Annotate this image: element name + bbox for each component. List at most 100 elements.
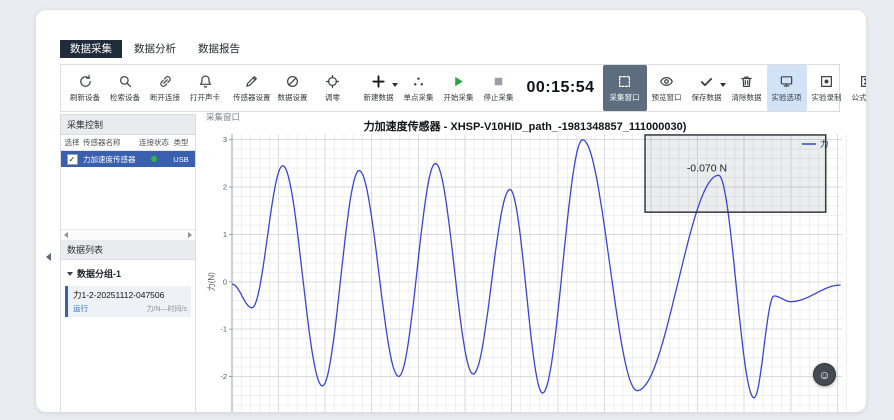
dropdown-caret-icon[interactable] [392,83,398,87]
search-device-button[interactable]: 检索设备 [105,70,145,106]
chart-panel: 采集窗口 力加速度传感器 - XHSP-V10HID_path_-1981348… [202,110,848,412]
experiment-options-button[interactable]: 实验选项 [767,65,807,111]
sensor-table-hscrollbar[interactable] [61,229,195,240]
clear-data-button[interactable]: 清除数据 [727,70,767,106]
data-item-axes: 力/N—时间/s [147,304,187,314]
start-acquisition-button[interactable]: 开始采集 [439,70,479,106]
y-axis-label: 力(N) [206,272,216,291]
selection-box-fill [645,135,826,212]
sensor-settings-label: 传感器设置 [233,92,271,103]
search-icon [118,73,133,90]
y-axis: 3 2 1 0 -1 -2 力(N) [206,134,232,412]
y-tick-label: -2 [220,372,227,381]
column-connection-status: 连接状态 [139,137,169,148]
column-sensor-name: 传感器名称 [83,137,139,148]
new-data-label: 新建数据 [364,92,394,103]
dashed-square-icon [617,73,632,90]
preview-window-button[interactable]: 预览窗口 [647,70,687,106]
stop-icon [491,73,506,90]
legend-series-label: 力 [820,139,829,149]
toolbar-group-experiment: 实验选项 实验录制 公式计算 [767,65,866,111]
sensor-settings-button[interactable]: 传感器设置 [231,70,273,106]
stop-acquisition-label: 停止采集 [484,92,514,103]
bell-icon [198,73,213,90]
disconnect-link-icon [158,73,173,90]
collapse-left-panel-arrow[interactable] [46,253,51,261]
app-window: 数据采集 数据分析 数据报告 刷新设备 检索设备 断开连接 [36,10,866,412]
record-square-icon [819,73,834,90]
data-settings-label: 数据设置 [278,92,308,103]
plus-icon [371,73,386,90]
formula-calc-button[interactable]: 公式计算 [847,70,866,106]
save-data-button[interactable]: 保存数据 [687,70,727,106]
assistant-button[interactable]: ☺ [813,363,836,386]
caret-down-icon [67,272,73,276]
slashed-circle-icon [285,73,300,90]
open-sound-card-label: 打开声卡 [190,92,220,103]
toolbar-group-data: 采集窗口 预览窗口 保存数据 清除数据 [603,65,767,111]
refresh-icon [78,73,93,90]
tab-data-report[interactable]: 数据报告 [188,40,250,58]
start-acquisition-label: 开始采集 [444,92,474,103]
disconnect-button[interactable]: 断开连接 [145,70,185,106]
data-list-tree: 数据分组-1 力1-2-20251112-047506 运行 力/N—时间/s [61,260,195,412]
dots-icon [411,73,426,90]
main-tabbar: 数据采集 数据分析 数据报告 [60,40,250,58]
zero-adjust-button[interactable]: 调零 [313,70,353,106]
data-group-node[interactable]: 数据分组-1 [65,265,191,282]
tab-data-acquisition[interactable]: 数据采集 [60,40,122,58]
y-tick-label: 3 [223,135,227,144]
chart-title: 力加速度传感器 - XHSP-V10HID_path_-1981348857_1… [202,118,848,134]
status-connected-dot-icon [151,156,157,162]
data-settings-button[interactable]: 数据设置 [273,70,313,106]
zero-adjust-label: 调零 [325,92,340,103]
save-data-label: 保存数据 [692,92,722,103]
y-tick-label: 1 [223,230,227,239]
collect-window-button[interactable]: 采集窗口 [603,65,647,111]
toolbar-group-settings: 传感器设置 数据设置 调零 [231,70,353,106]
check-icon: ✓ [69,155,76,164]
scroll-right-arrow-icon[interactable] [188,232,192,238]
search-device-label: 检索设备 [110,92,140,103]
new-data-button[interactable]: 新建数据 [359,70,399,106]
acquisition-timer: 00:15:54 [527,79,595,97]
column-select: 选择 [61,137,83,148]
check-icon [699,73,714,90]
disconnect-label: 断开连接 [150,92,180,103]
column-type: 类型 [169,137,193,148]
experiment-options-label: 实验选项 [772,92,802,103]
formula-square-icon [859,73,866,90]
crosshair-icon [325,73,340,90]
open-sound-card-button[interactable]: 打开声卡 [185,70,225,106]
y-tick-label: 2 [223,183,227,192]
sensor-table-empty-area [61,167,195,229]
refresh-device-button[interactable]: 刷新设备 [65,70,105,106]
experiment-record-label: 实验录制 [812,92,842,103]
sensor-table-header: 选择 传感器名称 连接状态 类型 [61,135,195,151]
data-list-item[interactable]: 力1-2-20251112-047506 运行 力/N—时间/s [65,286,191,317]
scroll-left-arrow-icon[interactable] [64,232,68,238]
data-item-state: 运行 [73,303,88,314]
waveform-chart: 3210-1-2力(N)-0.070 N力 [202,134,848,412]
eye-icon [659,73,674,90]
collect-window-label: 采集窗口 [610,92,640,103]
collect-control-header: 采集控制 [61,115,195,135]
y-tick-label: -1 [220,325,227,334]
experiment-record-button[interactable]: 实验录制 [807,70,847,106]
stop-acquisition-button[interactable]: 停止采集 [479,70,519,106]
refresh-device-label: 刷新设备 [70,92,100,103]
toolbar-group-device: 刷新设备 检索设备 断开连接 打开声卡 [65,70,225,106]
toolbar: 刷新设备 检索设备 断开连接 打开声卡 [60,64,840,112]
left-panel: 采集控制 选择 传感器名称 连接状态 类型 ✓ 力加速度传感器 USB 数据列表… [60,114,196,412]
sensor-table-row[interactable]: ✓ 力加速度传感器 USB [61,151,195,167]
single-point-label: 单点采集 [404,92,434,103]
dropdown-caret-icon[interactable] [720,83,726,87]
clear-data-label: 清除数据 [732,92,762,103]
y-tick-label: 0 [223,277,227,286]
data-item-name: 力1-2-20251112-047506 [73,289,187,301]
single-point-button[interactable]: 单点采集 [399,70,439,106]
data-group-label: 数据分组-1 [77,267,121,280]
sensor-checkbox[interactable]: ✓ [67,154,78,165]
tab-data-analysis[interactable]: 数据分析 [124,40,186,58]
formula-calc-label: 公式计算 [852,92,866,103]
